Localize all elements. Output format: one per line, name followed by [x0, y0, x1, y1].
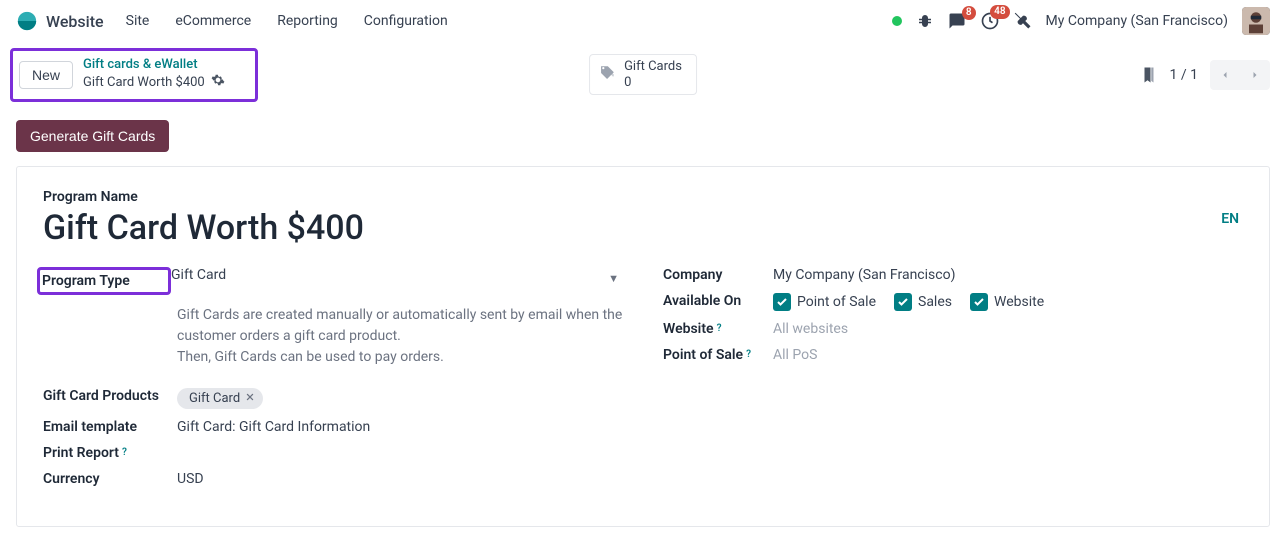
- nav-menu: Site eCommerce Reporting Configuration: [126, 13, 448, 29]
- pos-field[interactable]: All PoS: [773, 347, 1243, 363]
- help-icon[interactable]: ?: [717, 323, 722, 334]
- checkbox-website[interactable]: [970, 293, 988, 311]
- breadcrumb: Gift cards & eWallet Gift Card Worth $40…: [83, 57, 225, 93]
- program-name-value[interactable]: Gift Card Worth $400: [43, 209, 364, 248]
- company-value[interactable]: My Company (San Francisco): [773, 267, 1243, 283]
- nav-item-ecommerce[interactable]: eCommerce: [175, 13, 251, 29]
- presence-indicator: [892, 16, 902, 26]
- program-type-label: Program Type: [37, 267, 171, 295]
- program-name-label: Program Name: [43, 189, 1243, 205]
- pager-next[interactable]: [1240, 60, 1270, 90]
- currency-value[interactable]: USD: [177, 471, 623, 487]
- gift-card-products-field[interactable]: Gift Card: [177, 388, 623, 409]
- checkbox-pos[interactable]: [773, 293, 791, 311]
- bookmark-icon[interactable]: [1140, 66, 1158, 84]
- checkbox-sales[interactable]: [894, 293, 912, 311]
- currency-label: Currency: [43, 471, 177, 487]
- tools-icon[interactable]: [1014, 12, 1032, 30]
- tag-icon: [598, 64, 616, 86]
- messages-icon[interactable]: 8: [948, 12, 966, 30]
- messages-badge: 8: [962, 6, 976, 20]
- app-name[interactable]: Website: [46, 12, 104, 31]
- activities-badge: 48: [990, 5, 1009, 19]
- website-label: Website?: [663, 321, 773, 337]
- close-icon[interactable]: [245, 391, 255, 406]
- content: Generate Gift Cards Program Name Gift Ca…: [0, 108, 1286, 557]
- program-type-select[interactable]: Gift Card ▼: [171, 267, 623, 283]
- new-button[interactable]: New: [19, 61, 73, 89]
- program-type-value: Gift Card: [171, 267, 226, 283]
- gift-card-product-tag: Gift Card: [177, 388, 263, 409]
- help-icon[interactable]: ?: [122, 447, 127, 458]
- app-logo[interactable]: [16, 10, 38, 32]
- breadcrumb-parent[interactable]: Gift cards & eWallet: [83, 57, 225, 73]
- breadcrumb-highlight: New Gift cards & eWallet Gift Card Worth…: [10, 48, 258, 102]
- gear-icon[interactable]: [211, 73, 225, 93]
- gift-cards-stat[interactable]: Gift Cards 0: [589, 54, 697, 95]
- left-column: Program Type Gift Card ▼ Gift Cards are …: [43, 262, 623, 492]
- pager-prev[interactable]: [1210, 60, 1240, 90]
- nav-item-reporting[interactable]: Reporting: [277, 13, 338, 29]
- company-name[interactable]: My Company (San Francisco): [1046, 13, 1228, 29]
- print-report-label: Print Report?: [43, 445, 177, 461]
- language-badge[interactable]: EN: [1217, 209, 1243, 229]
- email-template-label: Email template: [43, 419, 177, 435]
- activities-icon[interactable]: 48: [980, 11, 1000, 31]
- website-field[interactable]: All websites: [773, 321, 1243, 337]
- pager-text: 1 / 1: [1170, 67, 1198, 83]
- pager-buttons: [1210, 60, 1270, 90]
- program-type-description: Gift Cards are created manually or autom…: [177, 305, 623, 368]
- nav-item-configuration[interactable]: Configuration: [364, 13, 448, 29]
- navbar: Website Site eCommerce Reporting Configu…: [0, 0, 1286, 42]
- chevron-down-icon: ▼: [608, 272, 619, 285]
- gift-cards-count: 0: [624, 75, 682, 91]
- generate-gift-cards-button[interactable]: Generate Gift Cards: [16, 120, 169, 152]
- available-on-label: Available On: [663, 293, 773, 309]
- right-column: Company My Company (San Francisco) Avail…: [663, 262, 1243, 492]
- nav-item-site[interactable]: Site: [126, 13, 150, 29]
- action-row: New Gift cards & eWallet Gift Card Worth…: [0, 42, 1286, 108]
- form-card: Program Name Gift Card Worth $400 EN Pro…: [16, 166, 1270, 527]
- email-template-value[interactable]: Gift Card: Gift Card Information: [177, 419, 623, 435]
- help-icon[interactable]: ?: [746, 349, 751, 360]
- debug-icon[interactable]: [916, 12, 934, 30]
- navbar-right: 8 48 My Company (San Francisco): [892, 7, 1270, 35]
- breadcrumb-current: Gift Card Worth $400: [83, 75, 205, 91]
- action-row-right: 1 / 1: [1140, 60, 1270, 90]
- company-label: Company: [663, 267, 773, 283]
- pos-label: Point of Sale?: [663, 347, 773, 363]
- avatar[interactable]: [1242, 7, 1270, 35]
- available-on-checkboxes: Point of Sale Sales Website: [773, 293, 1243, 311]
- gift-card-products-label: Gift Card Products: [43, 388, 177, 404]
- gift-cards-label: Gift Cards: [624, 59, 682, 75]
